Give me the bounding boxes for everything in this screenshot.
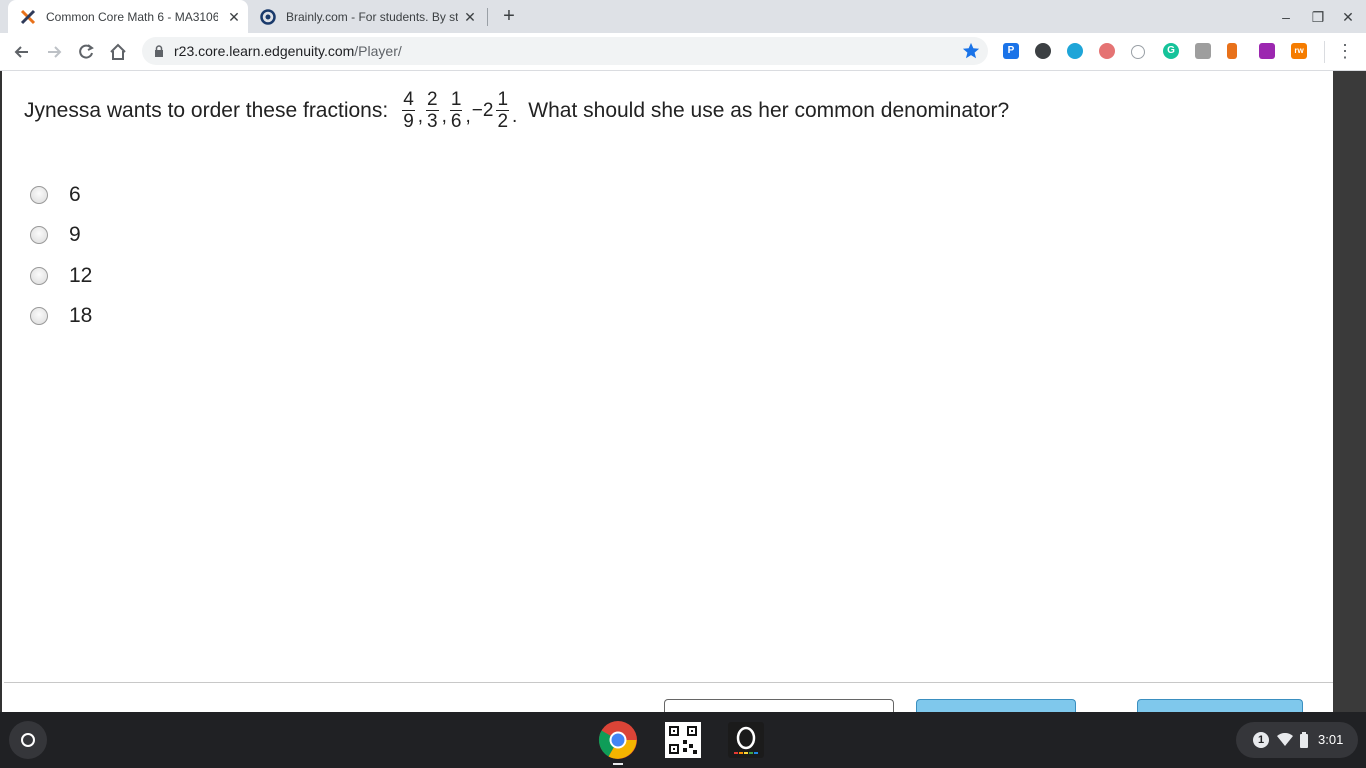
- fraction-numerator: 4: [402, 89, 415, 111]
- active-app-indicator: [613, 763, 623, 765]
- url-path: /Player/: [354, 43, 402, 59]
- answer-label: 6: [69, 183, 81, 206]
- question-prompt: Jynessa wants to order these fractions:: [24, 98, 389, 122]
- grammarly-icon[interactable]: G: [1163, 43, 1179, 59]
- tab-edgenuity[interactable]: Common Core Math 6 - MA3106 ✕: [8, 0, 248, 33]
- answer-label: 9: [69, 223, 81, 246]
- os-shelf: 1 3:01: [0, 712, 1366, 768]
- extension-shield-icon[interactable]: [1035, 43, 1051, 59]
- fraction: 2 3: [426, 89, 439, 132]
- tab-strip: Common Core Math 6 - MA3106 ✕ Brainly.co…: [0, 0, 1366, 33]
- extension-doc-icon[interactable]: [1227, 43, 1237, 59]
- wifi-icon: [1277, 733, 1293, 746]
- close-window-icon[interactable]: ✕: [1340, 9, 1356, 25]
- fraction-denominator: 2: [497, 111, 509, 132]
- tab-title: Common Core Math 6 - MA3106: [46, 9, 218, 24]
- tab-title: Brainly.com - For students. By st: [286, 9, 458, 24]
- answer-choice[interactable]: 12: [30, 264, 92, 288]
- restore-icon[interactable]: ❐: [1310, 9, 1326, 25]
- extension-face-icon[interactable]: [1099, 43, 1115, 59]
- comma: ,: [465, 105, 471, 127]
- page-side-panel: [1333, 71, 1366, 712]
- launcher-button[interactable]: [9, 721, 47, 759]
- fraction: 4 9: [402, 89, 415, 132]
- radio-button[interactable]: [30, 226, 48, 244]
- activity-nav-bar: [4, 682, 1335, 720]
- fraction: 1 6: [449, 89, 463, 132]
- url-host: r23.core.learn.edgenuity.com: [174, 43, 355, 59]
- answer-label: 18: [69, 304, 93, 327]
- address-bar[interactable]: r23.core.learn.edgenuity.com/Player/: [142, 37, 988, 65]
- opera-style-app-icon[interactable]: [726, 720, 766, 760]
- comma: ,: [441, 105, 447, 127]
- fraction-denominator: 6: [450, 111, 462, 132]
- fraction-list: 4 9 , 2 3 , 1 6 , −2 1 2 .: [400, 89, 518, 132]
- extension-heart-icon[interactable]: [1067, 43, 1083, 59]
- toolbar-divider: [1324, 41, 1325, 63]
- extension-p-icon[interactable]: P: [1003, 43, 1019, 59]
- extension-grid-icon[interactable]: [1195, 43, 1211, 59]
- new-tab-icon[interactable]: +: [500, 6, 518, 26]
- brainly-icon: [260, 8, 276, 25]
- answer-choice[interactable]: 6: [30, 183, 81, 207]
- battery-icon: [1300, 732, 1308, 748]
- extensions-puzzle-icon[interactable]: [1259, 43, 1275, 59]
- mixed-number-whole: −2: [471, 99, 494, 121]
- notification-count-badge[interactable]: 1: [1253, 732, 1269, 748]
- chrome-icon[interactable]: [598, 720, 638, 760]
- fraction-numerator: 2: [426, 89, 439, 111]
- edgenuity-x-icon: [20, 9, 36, 24]
- launcher-circle-icon: [21, 733, 35, 747]
- reload-icon[interactable]: [76, 42, 96, 62]
- tab-brainly[interactable]: Brainly.com - For students. By st ✕: [248, 0, 488, 33]
- status-tray[interactable]: 1 3:01: [1236, 722, 1358, 758]
- answer-choice[interactable]: 9: [30, 223, 81, 247]
- fraction-denominator: 3: [427, 111, 438, 132]
- comma: ,: [417, 105, 424, 127]
- fraction-denominator: 9: [403, 111, 414, 132]
- radio-button[interactable]: [30, 307, 48, 325]
- fraction-numerator: 1: [449, 89, 463, 111]
- tab-divider: [487, 8, 488, 26]
- question-text: Jynessa wants to order these fractions: …: [24, 89, 1009, 132]
- tab-close-icon[interactable]: ✕: [462, 9, 478, 25]
- page-content: Jynessa wants to order these fractions: …: [0, 71, 1335, 720]
- minimize-icon[interactable]: –: [1278, 9, 1294, 25]
- answer-label: 12: [69, 264, 93, 287]
- url-text: r23.core.learn.edgenuity.com/Player/: [174, 43, 402, 59]
- forward-arrow-icon[interactable]: [44, 42, 64, 62]
- extension-person-icon[interactable]: [1131, 45, 1145, 59]
- radio-button[interactable]: [30, 186, 48, 204]
- question-ask: What should she use as her common denomi…: [528, 98, 1010, 122]
- period: .: [512, 105, 518, 127]
- fraction: 1 2: [496, 89, 510, 132]
- lock-icon: [155, 45, 163, 57]
- qr-code-app-icon[interactable]: [663, 720, 703, 760]
- extension-rw-icon[interactable]: rw: [1291, 43, 1307, 59]
- browser-toolbar: r23.core.learn.edgenuity.com/Player/ P G…: [0, 33, 1366, 71]
- radio-button[interactable]: [30, 267, 48, 285]
- bookmark-star-icon[interactable]: [962, 42, 980, 60]
- home-icon[interactable]: [108, 42, 128, 62]
- clock: 3:01: [1318, 732, 1344, 747]
- menu-kebab-icon[interactable]: ⋮: [1336, 41, 1354, 61]
- fraction-numerator: 1: [496, 89, 510, 111]
- tab-close-icon[interactable]: ✕: [226, 9, 242, 25]
- back-arrow-icon[interactable]: [12, 42, 32, 62]
- answer-choice[interactable]: 18: [30, 304, 92, 328]
